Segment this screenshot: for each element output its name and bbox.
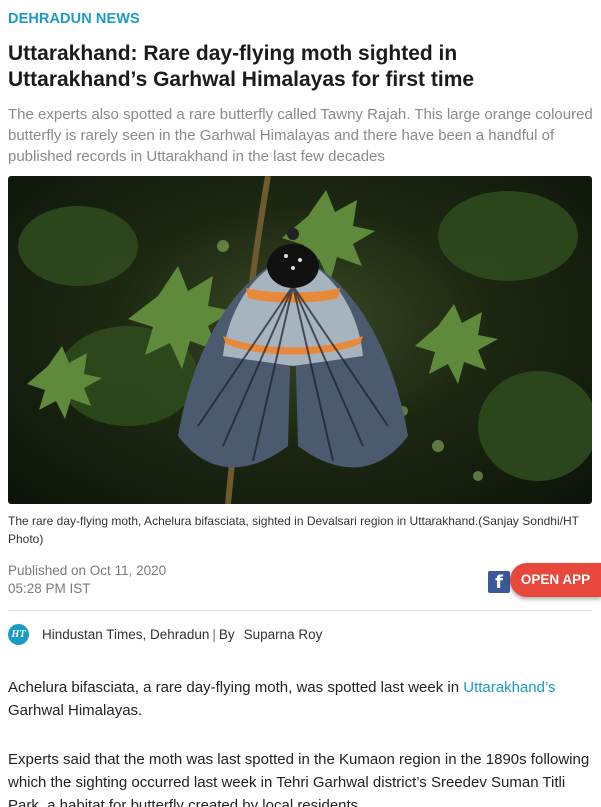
byline-publisher: Hindustan Times, Dehradun <box>42 626 210 642</box>
body-text-segment: Garhwal Himalayas. <box>8 702 143 719</box>
article-summary: The experts also spotted a rare butterfl… <box>8 106 593 165</box>
byline-author[interactable]: Suparna Roy <box>244 627 323 642</box>
article-headline: Uttarakhand: Rare day-flying moth sighte… <box>8 42 475 91</box>
moth-photo-illustration <box>18 176 592 504</box>
body-paragraph: Achelura bifasciata, a rare day-flying m… <box>8 676 593 722</box>
uttarakhand-link[interactable]: Uttarakhand’s <box>463 679 555 696</box>
photo-caption: The rare day-flying moth, Achelura bifas… <box>8 514 579 546</box>
byline-separator: | <box>212 626 216 642</box>
byline: HT Hindustan Times, Dehradun | By Suparn… <box>8 623 601 645</box>
body-text-segment: Achelura bifasciata, a rare day-flying m… <box>8 679 464 696</box>
article: DEHRADUN NEWS Uttarakhand: Rare day-flyi… <box>0 11 601 807</box>
facebook-icon[interactable]: f <box>488 571 510 593</box>
article-meta: Published on Oct 11, 2020 05:28 PM IST f… <box>8 562 601 597</box>
open-app-button[interactable]: OPEN APP <box>510 563 601 597</box>
ht-logo-icon: HT <box>8 623 29 645</box>
article-photo[interactable] <box>8 176 592 504</box>
section-link[interactable]: DEHRADUN NEWS <box>8 11 601 27</box>
divider <box>8 610 592 611</box>
byline-by: By <box>218 626 235 642</box>
body-paragraph: Experts said that the moth was last spot… <box>8 751 590 807</box>
